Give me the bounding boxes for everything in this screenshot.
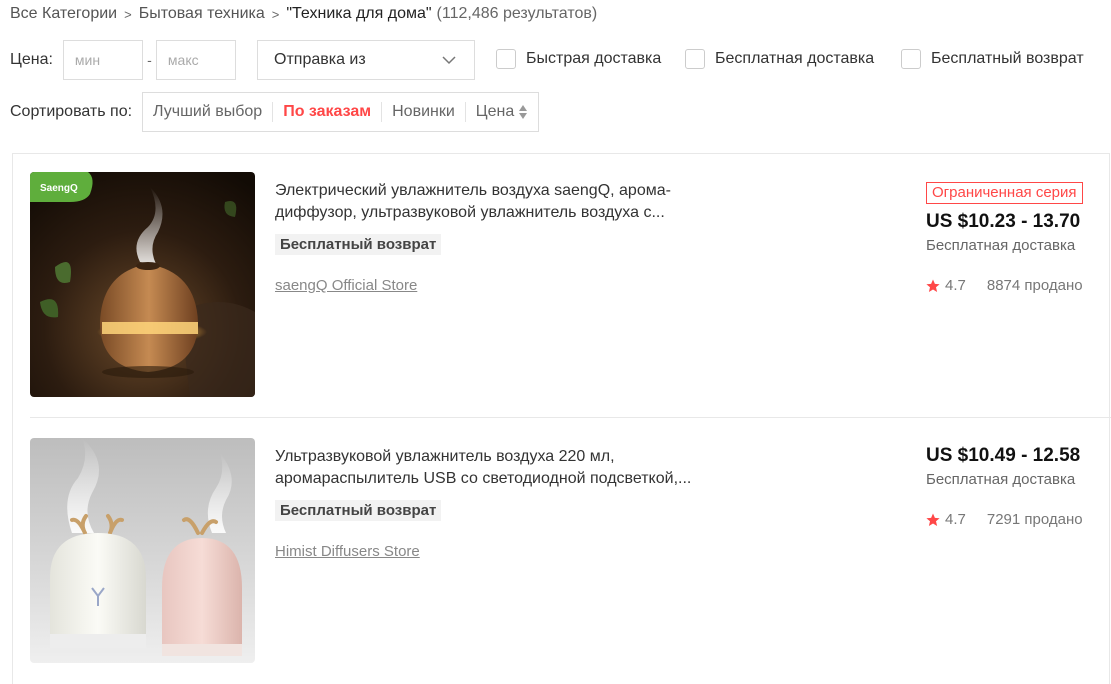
checkbox-box[interactable]: [901, 49, 921, 69]
free-return-label: Бесплатный возврат: [931, 50, 1084, 67]
star-icon: [926, 513, 940, 526]
fast-delivery-checkbox[interactable]: Быстрая доставка: [496, 49, 661, 69]
fast-delivery-label: Быстрая доставка: [526, 50, 662, 67]
sort-best-match[interactable]: Лучший выбор: [143, 102, 274, 122]
rating-value: 4.7: [945, 277, 966, 294]
sold-count: 8874 продано: [986, 277, 1083, 294]
product-price: US $10.49 - 12.58: [926, 445, 1081, 466]
humidifier-deer-image: [30, 438, 255, 663]
product-title[interactable]: Ультразвуковой увлажнитель воздуха 220 м…: [275, 446, 705, 490]
product-price: US $10.23 - 13.70: [926, 211, 1081, 232]
checkbox-box[interactable]: [496, 49, 516, 69]
sort-by-orders[interactable]: По заказам: [273, 102, 383, 122]
free-return-badge: Бесплатный возврат: [275, 500, 442, 521]
sort-label: Сортировать по:: [10, 103, 133, 120]
sold-count: 7291 продано: [986, 511, 1083, 528]
chevron-right-icon: >: [124, 6, 132, 22]
star-icon: [926, 279, 940, 292]
ship-from-label: Отправка из: [274, 51, 366, 68]
free-delivery-checkbox[interactable]: Бесплатная доставка: [685, 49, 874, 69]
product-title[interactable]: Электрический увлажнитель воздуха saengQ…: [275, 180, 705, 224]
rating-value: 4.7: [945, 511, 966, 528]
humidifier-wood-image: SaengQ: [30, 172, 255, 397]
store-link[interactable]: Himist Diffusers Store: [275, 543, 420, 560]
rating-row: 4.7 7291 продано: [926, 511, 1083, 528]
product-title-line: диффузор, ультразвуковой увлажнитель воз…: [275, 204, 665, 221]
free-delivery-label: Бесплатная доставка: [715, 50, 875, 67]
sort-price-label: Цена: [475, 103, 515, 120]
product-card[interactable]: SaengQ Электрический увлажнитель воздуха…: [30, 172, 1111, 418]
store-link[interactable]: saengQ Official Store: [275, 277, 417, 294]
rating-row: 4.7 8874 продано: [926, 277, 1083, 294]
shipping-info: Бесплатная доставка: [926, 237, 1076, 254]
breadcrumb-all-categories[interactable]: Все Категории: [10, 5, 117, 23]
chevron-right-icon: >: [271, 6, 280, 22]
limited-edition-badge: Ограниченная серия: [926, 182, 1083, 204]
sort-options: Лучший выбор По заказам Новинки Цена: [142, 92, 540, 132]
store-logo-text: SaengQ: [40, 183, 78, 194]
free-return-badge: Бесплатный возврат: [275, 234, 442, 255]
product-title-line: Электрический увлажнитель воздуха saengQ…: [275, 182, 671, 199]
results-list: SaengQ Электрический увлажнитель воздуха…: [12, 153, 1111, 684]
sort-newest[interactable]: Новинки: [382, 102, 466, 122]
checkbox-box[interactable]: [685, 49, 705, 69]
product-image[interactable]: SaengQ: [30, 172, 255, 397]
breadcrumb-current: "Техника для дома": [286, 5, 432, 22]
product-image[interactable]: [30, 438, 255, 663]
shipping-info: Бесплатная доставка: [926, 471, 1076, 488]
sort-bar: Сортировать по: Лучший выбор По заказам …: [10, 92, 540, 132]
free-return-checkbox[interactable]: Бесплатный возврат: [901, 49, 1084, 69]
sort-arrows-icon: [519, 105, 528, 119]
ship-from-select[interactable]: Отправка из: [257, 40, 475, 80]
breadcrumb-appliances[interactable]: Бытовая техника: [139, 5, 265, 23]
breadcrumb: Все Категории > Бытовая техника > "Техни…: [10, 4, 597, 24]
sort-price[interactable]: Цена: [466, 102, 538, 122]
results-count: (112,486 результатов): [436, 5, 598, 22]
product-title-line: Ультразвуковой увлажнитель воздуха 220 м…: [275, 448, 615, 465]
chevron-down-icon: [442, 56, 456, 65]
product-title-line: аромараспылитель USB со светодиодной под…: [275, 470, 692, 487]
product-card[interactable]: Ультразвуковой увлажнитель воздуха 220 м…: [30, 438, 1111, 668]
